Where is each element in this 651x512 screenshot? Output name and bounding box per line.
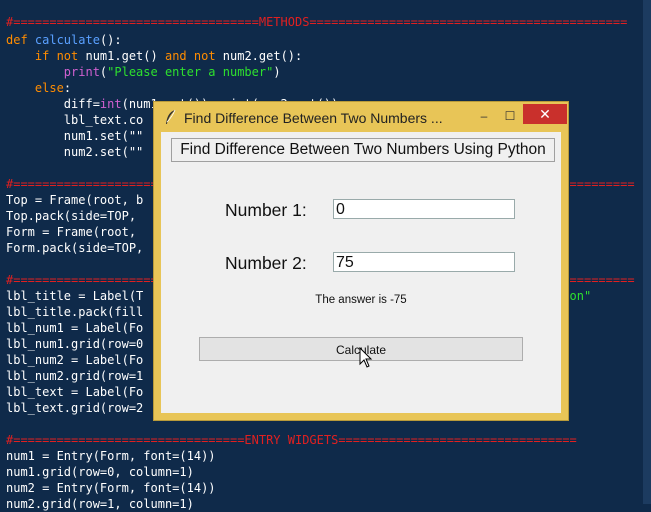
code-token: num1.grid(row=0, column=1)	[6, 465, 194, 479]
window-titlebar[interactable]: Find Difference Between Two Numbers ... …	[154, 102, 568, 132]
code-line: num2 = Entry(Form, font=(14))	[6, 480, 216, 496]
code-line: lbl_text = Label(Fo	[6, 384, 143, 400]
code-line: num1.grid(row=0, column=1)	[6, 464, 194, 480]
code-token: num1.get()	[85, 49, 165, 63]
code-token: Top.pack(side=TOP,	[6, 209, 137, 223]
code-token: lbl_num1 = Label(Fo	[6, 321, 144, 335]
code-line: lbl_text.co	[6, 112, 143, 128]
code-token: num1 = Entry(Form, font=(14))	[6, 449, 216, 463]
code-line: num1.set(""	[6, 128, 143, 144]
window-title: Find Difference Between Two Numbers ...	[184, 110, 443, 126]
code-token: lbl_text.co	[6, 113, 144, 127]
code-line: lbl_num2.grid(row=1	[6, 368, 143, 384]
code-line: if not num1.get() and not num2.get():	[6, 48, 302, 64]
code-token: int	[99, 97, 122, 111]
code-token: Form = Frame(root,	[6, 225, 137, 239]
code-token: print	[63, 65, 100, 79]
code-token: num2.set(""	[6, 145, 144, 159]
code-line: print("Please enter a number")	[6, 64, 281, 80]
code-token: #================================ENTRY W…	[6, 433, 577, 447]
code-token: Top = Frame(root, b	[6, 193, 144, 207]
code-token: )	[273, 65, 281, 79]
code-line: lbl_num1 = Label(Fo	[6, 320, 143, 336]
code-token: if not	[34, 49, 86, 63]
code-token: lbl_title.pack(fill	[6, 305, 144, 319]
answer-text: The answer is -75	[315, 294, 407, 306]
code-token: "Please enter a number"	[107, 65, 274, 79]
code-line: lbl_text.grid(row=2	[6, 400, 143, 416]
code-line: Top = Frame(root, b	[6, 192, 143, 208]
number2-label: Number 2:	[225, 253, 307, 273]
minimize-button[interactable]: –	[471, 106, 497, 126]
feather-icon	[166, 109, 176, 124]
code-line: num2.set(""	[6, 144, 143, 160]
code-token: lbl_num2.grid(row=1	[6, 369, 144, 383]
code-token: lbl_text = Label(Fo	[6, 385, 144, 399]
number2-input[interactable]: 75	[333, 252, 515, 272]
code-token: num1.set(""	[6, 129, 144, 143]
code-token: def	[6, 33, 35, 47]
number1-label: Number 1:	[225, 200, 307, 220]
code-token: :	[63, 81, 72, 95]
code-token: num2.get():	[222, 49, 303, 63]
code-token: lbl_num2 = Label(Fo	[6, 353, 144, 367]
code-line: Form = Frame(root,	[6, 224, 136, 240]
code-line: def calculate():	[6, 32, 122, 48]
code-token: Form.pack(side=TOP,	[6, 241, 144, 255]
code-line: #================================ENTRY W…	[6, 432, 577, 448]
code-token: #==================================METHO…	[6, 15, 628, 29]
code-token: and not	[164, 49, 223, 63]
code-token: num2 = Entry(Form, font=(14))	[6, 481, 216, 495]
code-token: diff=	[6, 97, 100, 111]
code-token: lbl_num1.grid(row=0	[6, 337, 144, 351]
code-token: lbl_text.grid(row=2	[6, 401, 144, 415]
code-line: Top.pack(side=TOP,	[6, 208, 136, 224]
code-line: else:	[6, 80, 71, 96]
code-line: #==================================METHO…	[6, 14, 627, 30]
page-title: Find Difference Between Two Numbers Usin…	[171, 138, 555, 162]
code-token: ():	[99, 33, 122, 47]
window-client-area: Find Difference Between Two Numbers Usin…	[161, 132, 561, 413]
code-line: num2.grid(row=1, column=1)	[6, 496, 194, 512]
code-line: lbl_title.pack(fill	[6, 304, 143, 320]
editor-scrollbar[interactable]	[643, 0, 651, 504]
code-line: num1 = Entry(Form, font=(14))	[6, 448, 216, 464]
code-token: calculate	[34, 33, 100, 47]
close-button[interactable]: ✕	[523, 104, 567, 124]
code-line: Form.pack(side=TOP,	[6, 240, 143, 256]
number1-input[interactable]: 0	[333, 199, 515, 219]
code-token: num2.grid(row=1, column=1)	[6, 497, 194, 511]
maximize-button[interactable]: ☐	[497, 106, 523, 126]
code-line: lbl_num1.grid(row=0	[6, 336, 143, 352]
code-token: else	[34, 81, 64, 95]
app-window: Find Difference Between Two Numbers ... …	[153, 101, 569, 421]
mouse-cursor-icon	[359, 347, 373, 368]
code-line: lbl_num2 = Label(Fo	[6, 352, 143, 368]
